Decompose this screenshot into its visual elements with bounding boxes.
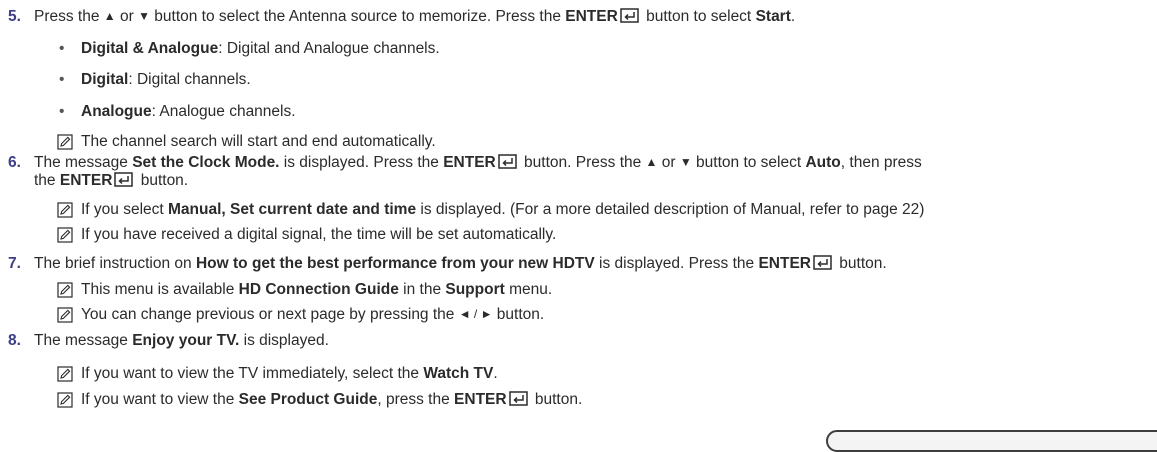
step-number: 7. [8, 255, 21, 272]
note-icon [57, 227, 73, 248]
left-right-arrow-icon: ◄ / ► [458, 307, 493, 321]
enter-icon [508, 391, 528, 411]
step-text: The message Enjoy your TV. is displayed. [34, 332, 329, 349]
step-text: The message Set the Clock Mode. is displ… [34, 154, 922, 174]
manual-page: 5. Press the ▲ or ▼ button to select the… [0, 0, 1157, 452]
step-number: 5. [8, 8, 21, 25]
step-number: 6. [8, 154, 21, 171]
note-icon [57, 282, 73, 303]
step-text: Press the ▲ or ▼ button to select the An… [34, 8, 795, 28]
up-arrow-icon: ▲ [103, 9, 116, 23]
bullet-icon: • [59, 71, 65, 88]
enter-icon [114, 172, 134, 192]
tv-screen-illustration-edge [826, 430, 1157, 452]
down-arrow-icon: ▼ [138, 9, 150, 23]
note-icon [57, 307, 73, 328]
enter-icon [620, 8, 639, 28]
enter-icon [813, 255, 832, 275]
step-number: 8. [8, 332, 21, 349]
bullet-icon: • [59, 103, 65, 120]
note-icon [57, 202, 73, 223]
step-text: The brief instruction on How to get the … [34, 255, 887, 275]
note-icon [57, 392, 73, 413]
up-arrow-icon: ▲ [645, 155, 658, 169]
note-icon [57, 366, 73, 387]
note-icon [57, 134, 73, 155]
bullet-icon: • [59, 40, 65, 57]
enter-icon [498, 154, 517, 174]
down-arrow-icon: ▼ [679, 155, 692, 169]
